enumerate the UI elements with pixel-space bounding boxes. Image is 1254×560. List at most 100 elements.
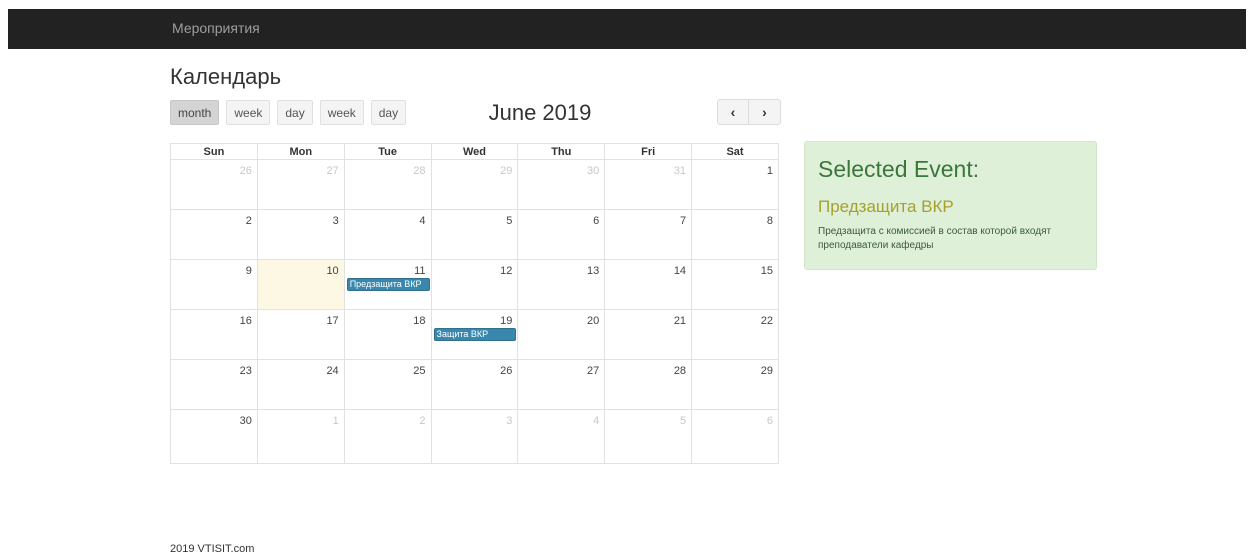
calendar-day-cell[interactable]: 25 — [343, 359, 432, 410]
calendar-day-cell[interactable]: 16 — [170, 309, 258, 360]
day-number: 31 — [673, 165, 687, 177]
calendar-day-cell[interactable]: 31 — [604, 159, 693, 210]
calendar-day-cell[interactable]: 5 — [604, 409, 693, 464]
month-navigation: ‹ › — [717, 99, 781, 125]
calendar-day-cell[interactable]: 1 — [691, 159, 779, 210]
calendar-day-cell[interactable]: 11 Предзащита ВКР — [343, 259, 432, 310]
navbar-brand-link[interactable]: Мероприятия — [172, 20, 260, 36]
calendar-week-row: 9 10 11 Предзащита ВКР 12 13 14 15 — [170, 259, 779, 310]
calendar-day-cell[interactable]: 28 — [343, 159, 432, 210]
calendar-week-row: 30 1 2 3 4 5 6 — [170, 409, 779, 464]
day-number: 3 — [332, 215, 339, 227]
day-number: 21 — [673, 315, 687, 327]
calendar-day-cell[interactable]: 26 — [430, 359, 519, 410]
day-number: 4 — [419, 215, 426, 227]
calendar-day-cell[interactable]: 1 — [256, 409, 345, 464]
calendar-day-cell[interactable]: 19 Защита ВКР — [430, 309, 519, 360]
weekday-header: Thu — [517, 143, 606, 160]
footer-copyright: 2019 VTISIT.com — [170, 543, 255, 555]
calendar-event[interactable]: Защита ВКР — [433, 328, 517, 341]
selected-event-panel: Selected Event: Предзащита ВКР Предзащит… — [804, 141, 1097, 270]
calendar-week-row: 2 3 4 5 6 7 8 — [170, 209, 779, 260]
calendar-day-cell[interactable]: 27 — [256, 159, 345, 210]
weekday-header: Sun — [170, 143, 258, 160]
view-button-month[interactable]: month — [170, 100, 220, 125]
day-number: 28 — [413, 165, 426, 177]
calendar-day-cell[interactable]: 12 — [430, 259, 519, 310]
view-button-day[interactable]: day — [277, 100, 313, 125]
calendar-day-cell[interactable]: 5 — [430, 209, 519, 260]
day-number: 13 — [586, 265, 600, 277]
weekday-header: Mon — [256, 143, 345, 160]
day-number: 12 — [500, 265, 513, 277]
selected-event-description: Предзащита с комиссией в состав которой … — [818, 226, 1052, 251]
calendar-week-row: 26 27 28 29 30 31 1 — [170, 159, 779, 210]
day-number: 18 — [413, 315, 426, 327]
day-number: 16 — [239, 315, 252, 327]
weekday-header-row: Sun Mon Tue Wed Thu Fri Sat — [170, 143, 779, 160]
calendar-day-cell[interactable]: 4 — [343, 209, 432, 260]
calendar-event[interactable]: Предзащита ВКР — [346, 278, 430, 291]
next-month-button[interactable]: › — [749, 99, 781, 125]
day-number: 6 — [766, 415, 773, 427]
day-number: 29 — [760, 365, 773, 377]
day-number: 29 — [500, 165, 513, 177]
view-button-week[interactable]: week — [226, 100, 271, 125]
calendar-day-cell[interactable]: 14 — [604, 259, 693, 310]
day-number: 8 — [766, 215, 773, 227]
day-number: 25 — [413, 365, 426, 377]
chevron-left-icon: ‹ — [730, 104, 736, 120]
day-number: 4 — [593, 415, 600, 427]
calendar-day-cell[interactable]: 26 — [170, 159, 258, 210]
calendar-day-cell[interactable]: 8 — [691, 209, 779, 260]
calendar-day-cell[interactable]: 18 — [343, 309, 432, 360]
calendar-day-cell[interactable]: 9 — [170, 259, 258, 310]
calendar-day-cell[interactable]: 7 — [604, 209, 693, 260]
calendar-day-cell[interactable]: 23 — [170, 359, 258, 410]
calendar-day-cell[interactable]: 24 — [256, 359, 345, 410]
calendar-title: June 2019 — [488, 100, 592, 125]
calendar-day-cell[interactable]: 27 — [517, 359, 606, 410]
chevron-right-icon: › — [762, 104, 767, 120]
calendar-day-cell[interactable]: 21 — [604, 309, 693, 360]
calendar-week-row: 16 17 18 19 Защита ВКР 20 21 22 — [170, 309, 779, 360]
day-number: 20 — [586, 315, 600, 327]
day-number: 6 — [593, 215, 600, 227]
prev-month-button[interactable]: ‹ — [717, 99, 749, 125]
calendar-day-cell[interactable]: 17 — [256, 309, 345, 360]
calendar-day-cell[interactable]: 30 — [170, 409, 258, 464]
day-number: 2 — [419, 415, 426, 427]
calendar-day-cell[interactable]: 15 — [691, 259, 779, 310]
selected-event-title: Предзащита ВКР — [818, 197, 954, 216]
calendar-day-cell[interactable]: 13 — [517, 259, 606, 310]
day-number: 30 — [239, 415, 252, 427]
day-number: 15 — [760, 265, 773, 277]
weekday-header: Sat — [691, 143, 779, 160]
calendar-day-cell[interactable]: 22 — [691, 309, 779, 360]
calendar-day-cell[interactable]: 3 — [430, 409, 519, 464]
calendar-day-cell[interactable]: 2 — [170, 209, 258, 260]
day-number: 27 — [586, 365, 600, 377]
view-button-week[interactable]: week — [319, 100, 364, 125]
calendar-day-cell[interactable]: 6 — [691, 409, 779, 464]
calendar-day-cell[interactable]: 29 — [691, 359, 779, 410]
day-number: 1 — [332, 415, 339, 427]
calendar-day-cell[interactable]: 30 — [517, 159, 606, 210]
calendar-day-cell[interactable]: 4 — [517, 409, 606, 464]
day-number: 17 — [326, 315, 339, 327]
calendar-day-cell[interactable]: 28 — [604, 359, 693, 410]
day-number: 30 — [586, 165, 600, 177]
calendar-day-cell[interactable]: 10 — [256, 259, 345, 310]
day-number: 26 — [500, 365, 513, 377]
view-button-day[interactable]: day — [370, 100, 407, 125]
calendar-day-cell[interactable]: 3 — [256, 209, 345, 260]
calendar-day-cell[interactable]: 29 — [430, 159, 519, 210]
calendar-day-cell[interactable]: 2 — [343, 409, 432, 464]
day-number: 23 — [239, 365, 252, 377]
weekday-header: Tue — [343, 143, 432, 160]
calendar-day-cell[interactable]: 20 — [517, 309, 606, 360]
day-number: 5 — [506, 215, 513, 227]
calendar-day-cell[interactable]: 6 — [517, 209, 606, 260]
top-navbar: Мероприятия — [8, 9, 1246, 49]
day-number: 5 — [679, 415, 687, 427]
